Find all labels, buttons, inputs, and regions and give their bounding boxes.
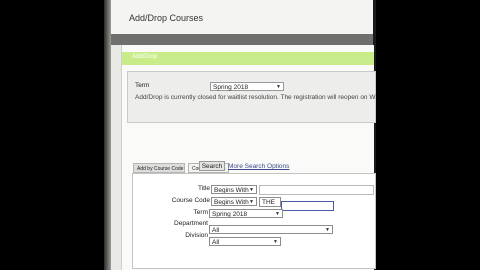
course-code-label: Course Code — [171, 197, 210, 204]
division-label: Division — [185, 232, 208, 239]
term-panel: Term Spring 2018 ▼ Add/Drop is currently… — [127, 71, 376, 123]
course-number-input[interactable] — [281, 201, 334, 211]
page-header: Add/Drop Courses — [111, 0, 373, 35]
more-search-options-link[interactable]: More Search Options — [228, 163, 289, 170]
chevron-down-icon: ▼ — [275, 211, 280, 217]
title-label: Title — [197, 185, 210, 192]
department-select[interactable]: All ▼ — [209, 225, 333, 234]
department-label: Department — [174, 220, 208, 227]
chevron-down-icon: ▼ — [273, 239, 278, 245]
chevron-down-icon: ▼ — [249, 199, 254, 205]
title-input[interactable] — [259, 185, 374, 195]
course-code-match-value: Begins With — [214, 199, 249, 206]
chevron-down-icon: ▼ — [276, 84, 281, 90]
course-code-input[interactable]: THE — [259, 197, 281, 207]
division-select[interactable]: All ▼ — [209, 237, 281, 246]
term-select-value: Spring 2018 — [213, 84, 249, 91]
monitor-bezel-left — [104, 0, 111, 270]
header-divider — [111, 34, 373, 45]
chevron-down-icon: ▼ — [249, 187, 254, 193]
content-area: Add/Drop Term Spring 2018 ▼ Add/Drop is … — [121, 45, 376, 270]
department-value: All — [212, 227, 220, 234]
search-term-label: Term — [193, 209, 208, 216]
chevron-down-icon: ▼ — [325, 227, 330, 233]
search-button[interactable]: Search — [199, 161, 225, 171]
adddrop-section-header: Add/Drop — [122, 52, 374, 65]
title-match-select[interactable]: Begins With ▼ — [211, 185, 257, 194]
title-match-value: Begins With — [214, 187, 249, 194]
registration-closed-message: Add/Drop is currently closed for waitlis… — [135, 94, 376, 101]
term-label: Term — [135, 82, 150, 89]
search-term-value: Spring 2018 — [212, 211, 248, 218]
search-term-select[interactable]: Spring 2018 ▼ — [209, 209, 283, 218]
division-value: All — [212, 239, 220, 246]
tab-add-by-course-code[interactable]: Add by Course Code — [133, 163, 185, 173]
course-code-match-select[interactable]: Begins With ▼ — [211, 197, 257, 206]
course-code-value: THE — [262, 199, 275, 206]
page-title: Add/Drop Courses — [129, 13, 204, 23]
term-select[interactable]: Spring 2018 ▼ — [210, 82, 284, 91]
adddrop-label: Add/Drop — [132, 54, 158, 60]
